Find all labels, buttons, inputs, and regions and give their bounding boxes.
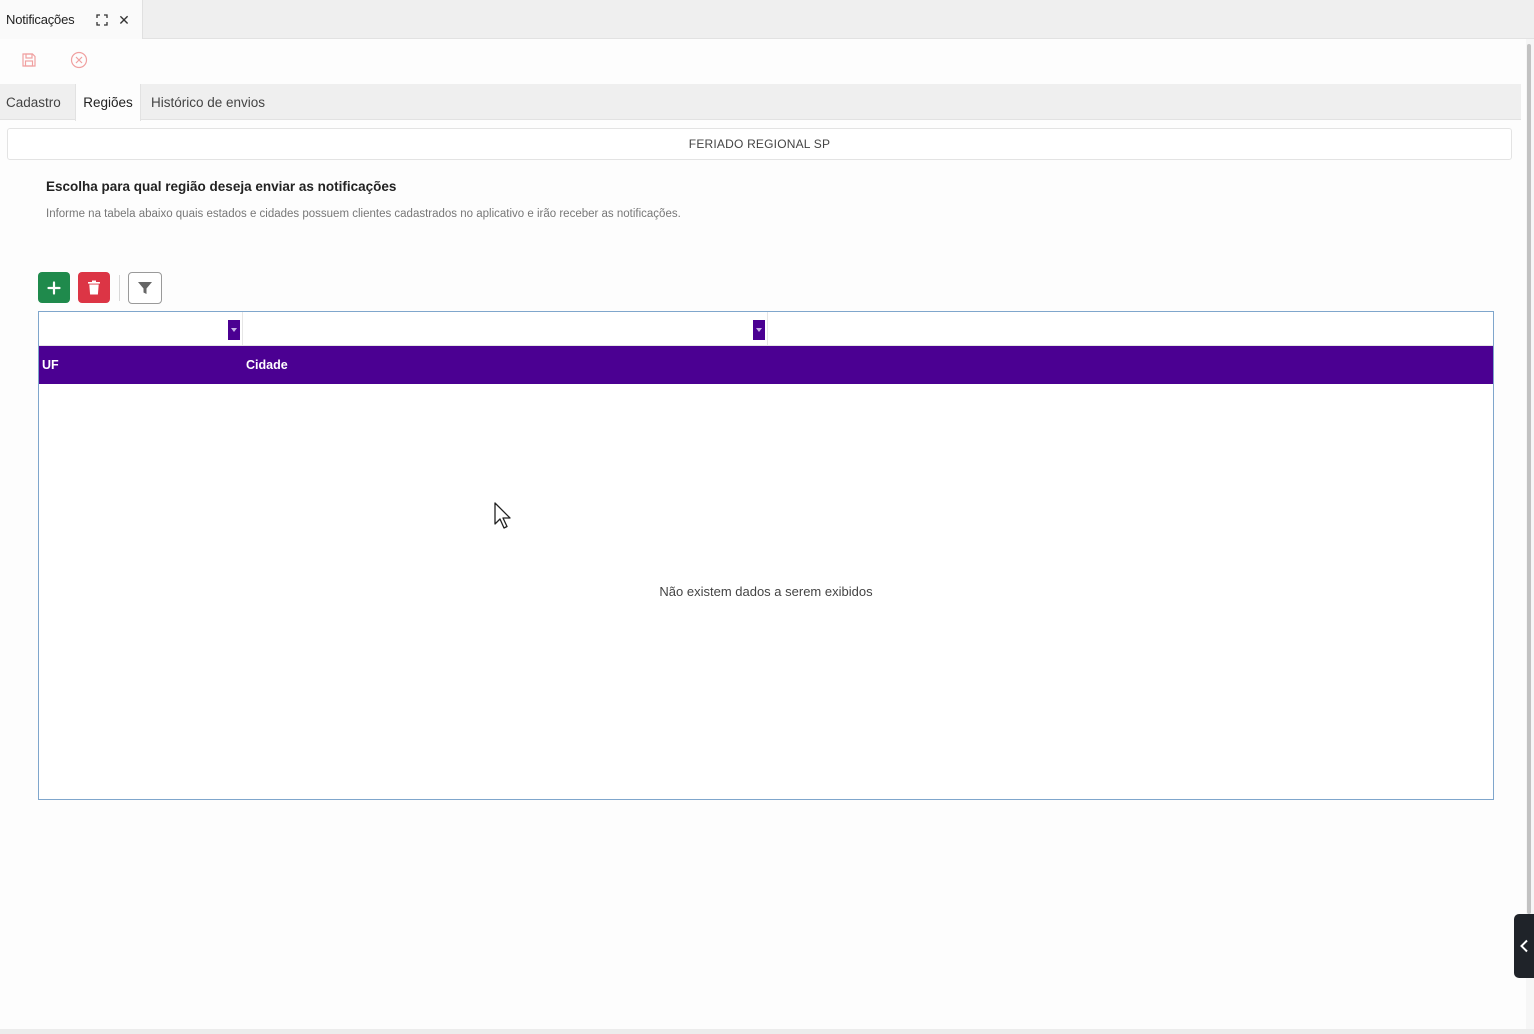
plus-icon <box>47 280 61 295</box>
section-description: Informe na tabela abaixo quais estados e… <box>46 208 681 220</box>
section-title: Escolha para qual região deseja enviar a… <box>46 179 397 194</box>
trash-icon <box>88 280 100 295</box>
scrollbar-thumb[interactable] <box>1527 44 1531 914</box>
mouse-cursor-icon <box>494 502 512 534</box>
filter-cidade-dropdown[interactable] <box>753 320 765 340</box>
column-header-uf[interactable]: UF <box>39 346 243 384</box>
filter-cell-uf[interactable] <box>39 312 243 346</box>
window-tab-strip: Notificações ✕ <box>0 0 1534 39</box>
delete-row-button[interactable] <box>78 272 110 303</box>
chevron-left-icon <box>1520 939 1528 953</box>
section-tabs: Cadastro Regiões Histórico de envios <box>0 84 1521 121</box>
regions-grid: UF Cidade Não existem dados a serem exib… <box>38 311 1494 800</box>
tab-regioes[interactable]: Regiões <box>75 84 141 121</box>
button-separator <box>119 275 120 301</box>
grid-empty-message: Não existem dados a serem exibidos <box>659 584 873 599</box>
filter-uf-dropdown[interactable] <box>228 320 240 340</box>
cancel-icon[interactable] <box>68 49 90 71</box>
bottom-strip <box>0 1029 1534 1034</box>
record-title-bar: FERIADO REGIONAL SP <box>7 128 1512 160</box>
save-icon[interactable] <box>18 49 40 71</box>
window-tab-title: Notificações <box>6 12 75 27</box>
record-title: FERIADO REGIONAL SP <box>688 137 831 151</box>
tab-historico-de-envios[interactable]: Histórico de envios <box>145 84 271 120</box>
add-row-button[interactable] <box>38 272 70 303</box>
filter-cell-cidade[interactable] <box>243 312 768 346</box>
filter-toggle-button[interactable] <box>128 272 162 304</box>
expand-icon[interactable] <box>93 11 111 29</box>
column-header-cidade[interactable]: Cidade <box>243 346 768 384</box>
filter-icon <box>138 282 152 294</box>
main-panel: Cadastro Regiões Histórico de envios FER… <box>0 39 1526 1029</box>
window-tab-notificacoes[interactable]: Notificações ✕ <box>0 0 143 39</box>
close-icon[interactable]: ✕ <box>115 11 133 29</box>
side-panel-toggle[interactable] <box>1514 914 1534 978</box>
grid-filter-row <box>39 312 1493 346</box>
grid-header-row: UF Cidade <box>39 346 1493 384</box>
tab-cadastro[interactable]: Cadastro <box>0 84 67 120</box>
record-toolbar <box>18 49 90 71</box>
